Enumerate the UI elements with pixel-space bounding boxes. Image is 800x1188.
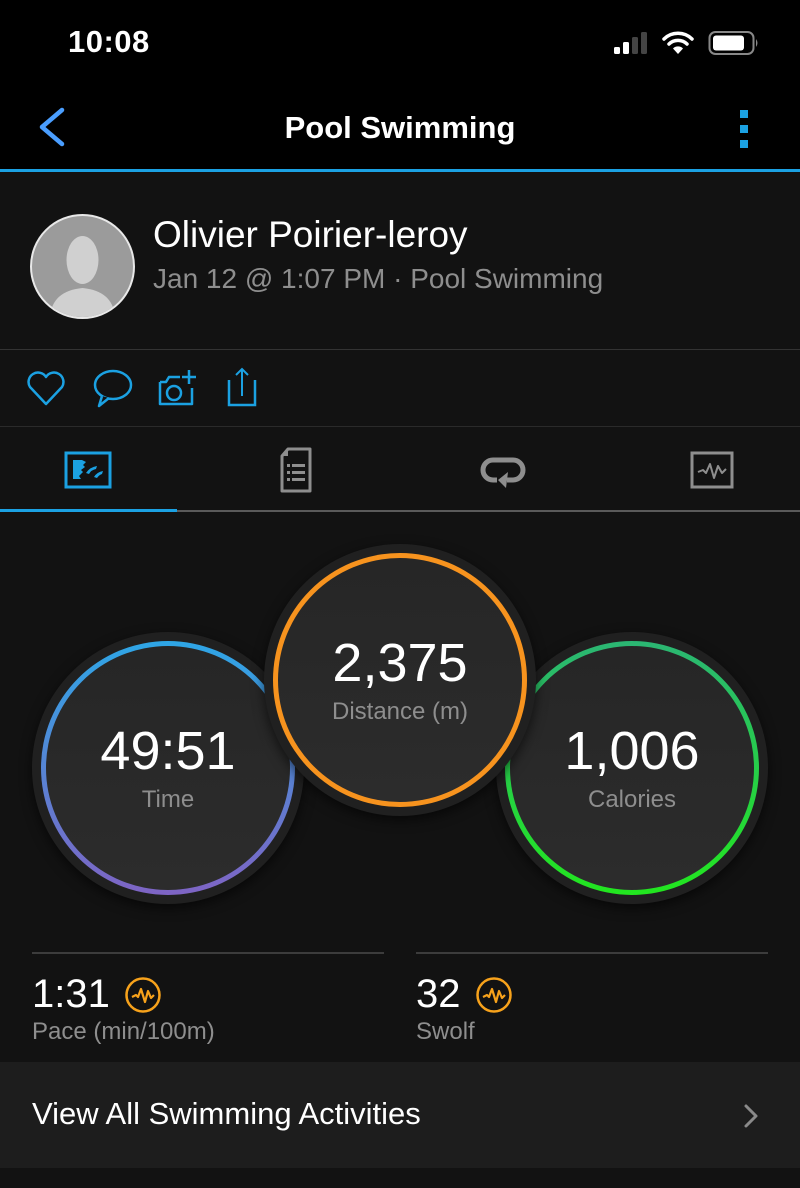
swim-overview-icon [64,451,112,488]
nav-bar: Pool Swimming [0,86,800,172]
tab-bar [0,427,800,512]
pace-metric: 1:31 Pace (min/100m) [32,952,384,1062]
share-button[interactable] [220,366,264,410]
calories-stat: 1,006 Calories [496,632,768,904]
document-list-icon [280,447,312,492]
battery-icon [708,31,758,55]
activity-header: Olivier Poirier-leroy Jan 12 @ 1:07 PM ·… [0,172,800,350]
swolf-metric: 32 Swolf [416,952,768,1062]
view-all-swimming-activities[interactable]: View All Swimming Activities [0,1062,800,1168]
calories-label: Calories [587,786,677,813]
wifi-icon [662,31,694,54]
more-vertical-icon [740,110,748,148]
page-title: Pool Swimming [284,110,516,145]
avatar[interactable] [30,214,135,319]
distance-label: Distance (m) [331,698,469,725]
like-button[interactable] [24,366,68,410]
chevron-right-icon [744,1104,758,1128]
more-options-button[interactable] [732,106,756,152]
add-photo-button[interactable] [154,366,198,410]
chart-icon [690,451,734,488]
swolf-label: Swolf [416,1018,475,1045]
tab-overview[interactable] [0,427,188,512]
calories-value: 1,006 [564,721,700,781]
pace-value-row: 1:31 [32,972,162,1017]
action-bar [0,350,800,427]
time-label: Time [141,786,195,813]
performance-icon[interactable] [124,976,162,1014]
pace-value: 1:31 [32,972,110,1016]
summary-stats: 49:51 Time 1,006 Calories 2,375 Distance… [0,512,800,952]
tab-charts[interactable] [612,427,800,512]
status-icons [612,30,760,56]
camera-plus-icon [158,370,196,406]
default-user-icon [50,236,115,317]
view-all-label: View All Swimming Activities [32,1096,421,1131]
distance-stat: 2,375 Distance (m) [264,544,536,816]
bottom-spacer [0,1168,800,1188]
comment-icon [93,369,133,408]
swolf-value: 32 [416,972,461,1016]
swolf-value-row: 32 [416,972,513,1017]
pace-label: Pace (min/100m) [32,1018,215,1045]
status-bar: 10:08 [0,0,800,86]
time-value: 49:51 [100,721,236,781]
tab-laps[interactable] [403,427,603,512]
distance-value: 2,375 [332,633,468,693]
cellular-signal-icon [614,32,647,54]
tab-stats[interactable] [196,427,396,512]
heart-icon [27,371,65,406]
share-icon [227,367,257,407]
comment-button[interactable] [90,366,134,410]
laps-icon [480,457,526,488]
status-time: 10:08 [68,24,150,59]
user-name[interactable]: Olivier Poirier-leroy [153,214,468,256]
performance-icon[interactable] [475,976,513,1014]
activity-meta: Jan 12 @ 1:07 PM · Pool Swimming [153,263,604,294]
